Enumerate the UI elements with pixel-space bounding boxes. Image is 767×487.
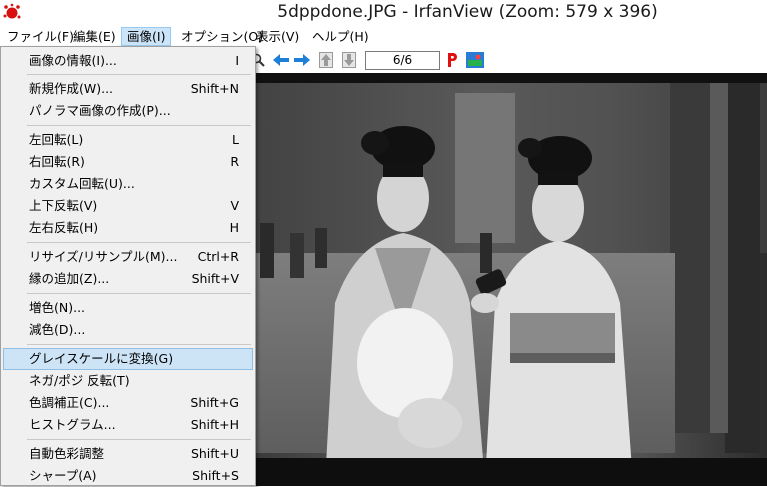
menu-view[interactable]: 表示(V) <box>251 27 304 46</box>
menu-create-panorama[interactable]: パノラマ画像の作成(P)... <box>3 100 253 122</box>
menu-help[interactable]: ヘルプ(H) <box>307 27 374 46</box>
menu-item-shortcut: R <box>230 154 239 169</box>
menu-increase-colors[interactable]: 増色(N)... <box>3 297 253 319</box>
menu-color-correction[interactable]: 色調補正(C)... Shift+G <box>3 392 253 414</box>
menu-separator <box>27 74 251 75</box>
menu-flip-vertical[interactable]: 上下反転(V) V <box>3 195 253 217</box>
menu-histogram[interactable]: ヒストグラム... Shift+H <box>3 414 253 436</box>
arrow-right-icon[interactable] <box>293 51 311 69</box>
menu-sharpen[interactable]: シャープ(A) Shift+S <box>3 465 253 487</box>
menu-item-label: ネガ/ポジ 反転(T) <box>29 373 130 388</box>
arrow-up-icon[interactable] <box>317 51 335 69</box>
menu-separator <box>27 242 251 243</box>
menu-item-label: リサイズ/リサンプル(M)... <box>29 249 178 264</box>
menu-item-shortcut: Shift+N <box>190 81 239 96</box>
thumbnail-icon[interactable] <box>466 51 484 69</box>
menu-item-shortcut: I <box>235 53 239 68</box>
menu-item-shortcut: Shift+G <box>190 395 239 410</box>
menu-item-label: ヒストグラム... <box>29 417 116 432</box>
menu-add-border[interactable]: 縁の追加(Z)... Shift+V <box>3 268 253 290</box>
menu-edit[interactable]: 編集(E) <box>68 27 121 46</box>
menu-item-label: パノラマ画像の作成(P)... <box>29 103 171 118</box>
menu-item-label: シャープ(A) <box>29 468 97 483</box>
menu-decrease-colors[interactable]: 減色(D)... <box>3 319 253 341</box>
image-viewer[interactable] <box>255 73 767 486</box>
menu-separator <box>27 125 251 126</box>
menu-item-label: 増色(N)... <box>29 300 86 315</box>
menu-separator <box>27 293 251 294</box>
photo-kimono-girls <box>255 73 767 486</box>
menu-auto-color[interactable]: 自動色彩調整 Shift+U <box>3 443 253 465</box>
menu-image[interactable]: 画像(I) <box>121 27 172 46</box>
menu-item-shortcut: Ctrl+R <box>197 249 239 264</box>
page-indicator[interactable]: 6/6 <box>365 51 440 70</box>
toolbar: 6/6 <box>251 47 767 73</box>
menu-item-label: 新規作成(W)... <box>29 81 114 96</box>
paint-p-icon[interactable] <box>443 51 461 69</box>
arrow-left-icon[interactable] <box>272 51 290 69</box>
menu-item-label: 左回転(L) <box>29 132 84 147</box>
menu-new-image[interactable]: 新規作成(W)... Shift+N <box>3 78 253 100</box>
menu-bar: ファイル(F) 編集(E) 画像(I) オプション(O) 表示(V) ヘルプ(H… <box>0 27 767 47</box>
menu-item-shortcut: Shift+U <box>190 446 239 461</box>
menu-item-label: 上下反転(V) <box>29 198 98 213</box>
menu-item-label: グレイスケールに変換(G) <box>29 351 174 366</box>
menu-item-label: カスタム回転(U)... <box>29 176 135 191</box>
menu-item-label: 減色(D)... <box>29 322 86 337</box>
menu-custom-rotate[interactable]: カスタム回転(U)... <box>3 173 253 195</box>
menu-negative[interactable]: ネガ/ポジ 反転(T) <box>3 370 253 392</box>
menu-item-label: 自動色彩調整 <box>29 446 105 461</box>
window-title: 5dppdone.JPG - IrfanView (Zoom: 579 x 39… <box>277 2 658 22</box>
menu-item-label: 画像の情報(I)... <box>29 53 117 68</box>
menu-item-shortcut: Shift+S <box>192 468 239 483</box>
menu-rotate-right[interactable]: 右回転(R) R <box>3 151 253 173</box>
menu-rotate-left[interactable]: 左回転(L) L <box>3 129 253 151</box>
menu-flip-horizontal[interactable]: 左右反転(H) H <box>3 217 253 239</box>
image-menu-dropdown: 画像の情報(I)... I 新規作成(W)... Shift+N パノラマ画像の… <box>0 46 256 486</box>
menu-item-shortcut: H <box>229 220 239 235</box>
menu-item-shortcut: Shift+H <box>190 417 239 432</box>
menu-item-label: 縁の追加(Z)... <box>29 271 110 286</box>
menu-item-label: 色調補正(C)... <box>29 395 110 410</box>
menu-separator <box>27 439 251 440</box>
menu-item-label: 右回転(R) <box>29 154 85 169</box>
arrow-down-icon[interactable] <box>340 51 358 69</box>
menu-separator <box>27 344 251 345</box>
menu-item-shortcut: Shift+V <box>191 271 239 286</box>
menu-item-shortcut: L <box>232 132 239 147</box>
menu-resize-resample[interactable]: リサイズ/リサンプル(M)... Ctrl+R <box>3 246 253 268</box>
title-bar: 5dppdone.JPG - IrfanView (Zoom: 579 x 39… <box>0 0 767 27</box>
menu-item-label: 左右反転(H) <box>29 220 99 235</box>
menu-convert-grayscale[interactable]: グレイスケールに変換(G) <box>3 348 253 370</box>
menu-item-shortcut: V <box>230 198 239 213</box>
menu-image-info[interactable]: 画像の情報(I)... I <box>3 50 253 72</box>
